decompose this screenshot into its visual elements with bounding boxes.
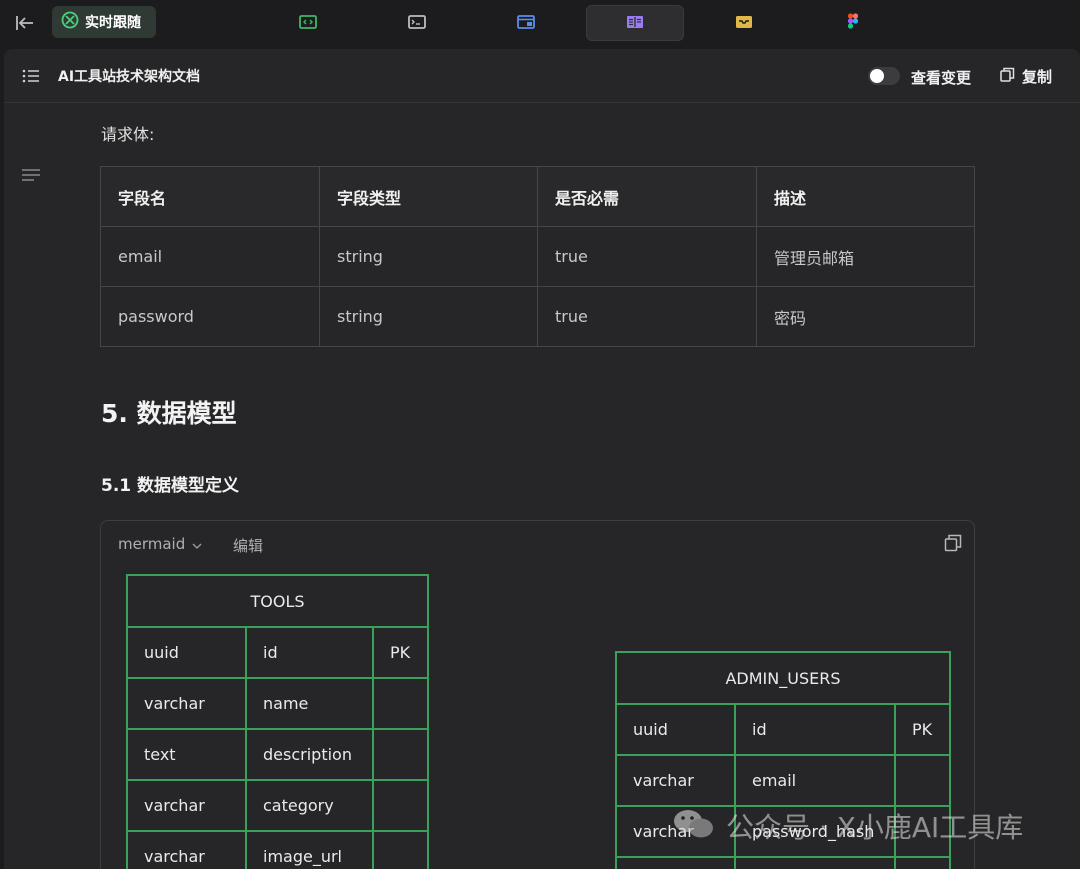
live-follow-label: 实时跟随 [85, 15, 141, 31]
terminal-icon [408, 14, 426, 33]
subsection-heading: 5.1 数据模型定义 [101, 476, 240, 496]
document-panel: AI工具站技术架构文档 查看变更 复制 请求体: 字段名 字段类型 是否必需 描… [4, 49, 1080, 869]
entity-key [894, 856, 951, 869]
column-header: 字段名 [100, 166, 320, 227]
toggle-knob [870, 69, 884, 83]
watermark-text: 公众号 · X小鹿AI工具库 [726, 811, 1024, 844]
entity-key [372, 677, 429, 730]
entity-type: text [126, 728, 247, 781]
live-follow-button[interactable]: 实时跟随 [52, 6, 156, 38]
tab-terminal[interactable] [368, 5, 466, 41]
request-fields-table: 字段名 字段类型 是否必需 描述 email string true 管理员邮箱… [100, 166, 975, 347]
top-toolbar: 实时跟随 [0, 0, 1080, 46]
language-label: mermaid [118, 535, 186, 553]
table-cell: 密码 [756, 286, 975, 347]
entity-type: varchar [615, 754, 736, 807]
entity-field: id [245, 626, 374, 679]
table-cell: email [100, 226, 320, 287]
column-header: 描述 [756, 166, 975, 227]
collapse-left-icon[interactable] [14, 12, 36, 34]
column-header: 是否必需 [537, 166, 757, 227]
tab-browser[interactable] [477, 5, 575, 41]
column-header: 字段类型 [319, 166, 538, 227]
entity-row: uuid id PK [126, 626, 429, 679]
table-cell: true [537, 286, 757, 347]
view-changes-label[interactable]: 查看变更 [911, 67, 971, 88]
document-title: AI工具站技术架构文档 [58, 69, 201, 85]
copy-label: 复制 [1022, 68, 1053, 86]
entity-type: uuid [615, 703, 736, 756]
entity-row: varchar image_url [126, 830, 429, 869]
entity-title: TOOLS [126, 574, 429, 628]
edit-button[interactable]: 编辑 [233, 535, 263, 556]
tab-inbox[interactable] [695, 5, 793, 41]
language-selector[interactable]: mermaid [118, 535, 203, 553]
table-cell: string [319, 286, 538, 347]
browser-window-icon [517, 14, 535, 33]
table-row: email string true 管理员邮箱 [100, 226, 975, 287]
entity-field: name [245, 677, 374, 730]
table-cell: true [537, 226, 757, 287]
entity-type: uuid [126, 626, 247, 679]
entity-type [615, 856, 736, 869]
table-row: password string true 密码 [100, 286, 975, 347]
tab-document[interactable] [586, 5, 684, 41]
follow-target-icon [61, 11, 79, 33]
entity-key [894, 754, 951, 807]
entity-field [734, 856, 896, 869]
entity-title-row: TOOLS [126, 574, 429, 628]
entity-row [615, 856, 951, 869]
view-changes-toggle[interactable] [868, 67, 900, 85]
code-preview-icon [299, 14, 317, 33]
entity-key [372, 779, 429, 832]
entity-key [372, 728, 429, 781]
wechat-icon [672, 807, 716, 845]
table-of-contents-icon[interactable] [21, 167, 41, 183]
inbox-icon [735, 14, 753, 33]
entity-type: varchar [126, 677, 247, 730]
entity-row: varchar name [126, 677, 429, 730]
entity-type: varchar [126, 830, 247, 869]
document-reader-icon [626, 14, 644, 33]
entity-key: PK [894, 703, 951, 756]
copy-icon [1000, 67, 1015, 86]
table-cell: password [100, 286, 320, 347]
entity-tools: TOOLS uuid id PK varchar name text descr… [126, 574, 429, 869]
entity-field: image_url [245, 830, 374, 869]
entity-type: varchar [126, 779, 247, 832]
copy-button[interactable]: 复制 [1000, 66, 1052, 87]
tab-code-preview[interactable] [259, 5, 357, 41]
list-menu-icon[interactable] [21, 66, 41, 86]
entity-field: id [734, 703, 896, 756]
entity-row: varchar email [615, 754, 951, 807]
document-header: AI工具站技术架构文档 查看变更 复制 [4, 49, 1080, 103]
entity-title-row: ADMIN_USERS [615, 651, 951, 705]
chevron-down-icon [191, 538, 203, 550]
entity-row: uuid id PK [615, 703, 951, 756]
section-heading: 5. 数据模型 [101, 399, 237, 428]
entity-key: PK [372, 626, 429, 679]
figma-icon [847, 13, 859, 33]
watermark: 公众号 · X小鹿AI工具库 [672, 806, 1023, 846]
entity-row: text description [126, 728, 429, 781]
entity-field: category [245, 779, 374, 832]
entity-row: varchar category [126, 779, 429, 832]
table-cell: string [319, 226, 538, 287]
entity-key [372, 830, 429, 869]
copy-icon[interactable] [944, 534, 962, 552]
entity-field: email [734, 754, 896, 807]
table-header-row: 字段名 字段类型 是否必需 描述 [100, 166, 975, 227]
entity-field: description [245, 728, 374, 781]
request-body-label: 请求体: [101, 125, 155, 144]
tab-figma[interactable] [804, 5, 902, 41]
entity-title: ADMIN_USERS [615, 651, 951, 705]
table-cell: 管理员邮箱 [756, 226, 975, 287]
